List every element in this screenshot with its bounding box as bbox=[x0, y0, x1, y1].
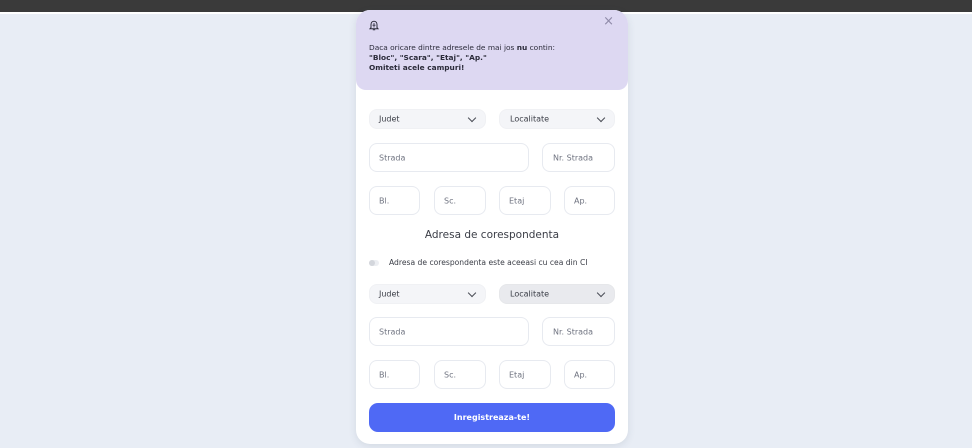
street-number-input[interactable]: Nr. Strada bbox=[542, 143, 615, 172]
correspondence-locality-select[interactable]: Localitate bbox=[499, 284, 615, 304]
correspondence-apartment-input[interactable]: Ap. bbox=[564, 360, 615, 389]
correspondence-county-select[interactable]: Judet bbox=[369, 284, 486, 304]
address-notice: × Daca oricare dintre adresele de mai jo… bbox=[356, 10, 628, 90]
correspondence-floor-input[interactable]: Etaj bbox=[499, 360, 551, 389]
notice-line-1-emphasis: nu bbox=[516, 43, 528, 52]
correspondence-block-input[interactable]: Bl. bbox=[369, 360, 420, 389]
correspondence-stair-input[interactable]: Sc. bbox=[434, 360, 486, 389]
chevron-down-icon bbox=[596, 113, 606, 123]
same-address-label: Adresa de corespondenta este aceeasi cu … bbox=[389, 258, 588, 267]
apartment-placeholder: Ap. bbox=[574, 196, 588, 205]
street-input[interactable]: Strada bbox=[369, 143, 529, 172]
block-placeholder: Bl. bbox=[379, 196, 390, 205]
correspondence-title: Adresa de corespondenta bbox=[424, 229, 560, 241]
floor-input[interactable]: Etaj bbox=[499, 186, 551, 215]
county-select-value: Judet bbox=[379, 114, 400, 124]
locality-select[interactable]: Localitate bbox=[499, 109, 615, 129]
street-input-placeholder: Strada bbox=[379, 153, 406, 162]
chevron-down-icon bbox=[596, 288, 606, 298]
correspondence-locality-value: Localitate bbox=[510, 289, 550, 299]
notice-line-1: Daca oricare dintre adresele de mai jos … bbox=[369, 43, 555, 52]
close-icon[interactable]: × bbox=[603, 14, 614, 30]
correspondence-stair-placeholder: Sc. bbox=[444, 370, 457, 379]
register-button[interactable]: Inregistreaza-te! bbox=[369, 403, 615, 432]
notice-line-1-suffix: contin: bbox=[527, 43, 556, 52]
correspondence-apartment-placeholder: Ap. bbox=[574, 370, 588, 379]
apartment-input[interactable]: Ap. bbox=[564, 186, 615, 215]
correspondence-floor-placeholder: Etaj bbox=[509, 370, 525, 379]
floor-placeholder: Etaj bbox=[509, 196, 525, 205]
locality-select-value: Localitate bbox=[510, 114, 550, 124]
street-number-placeholder: Nr. Strada bbox=[553, 153, 594, 162]
notice-line-3: Omiteti acele campuri! bbox=[369, 63, 465, 72]
toggle-knob bbox=[369, 260, 375, 266]
registration-card: × Daca oricare dintre adresele de mai jo… bbox=[356, 10, 628, 444]
bell-icon bbox=[368, 20, 380, 31]
notice-line-1-prefix: Daca oricare dintre adresele de mai jos bbox=[369, 43, 517, 52]
chevron-down-icon bbox=[467, 288, 477, 298]
correspondence-street-number-input[interactable]: Nr. Strada bbox=[542, 317, 615, 346]
stair-input[interactable]: Sc. bbox=[434, 186, 486, 215]
correspondence-county-value: Judet bbox=[379, 289, 400, 299]
county-select[interactable]: Judet bbox=[369, 109, 486, 129]
notice-line-2: "Bloc", "Scara", "Etaj", "Ap." bbox=[369, 53, 487, 62]
correspondence-street-input[interactable]: Strada bbox=[369, 317, 529, 346]
chevron-down-icon bbox=[467, 113, 477, 123]
correspondence-street-placeholder: Strada bbox=[379, 327, 406, 336]
stair-placeholder: Sc. bbox=[444, 196, 457, 205]
block-input[interactable]: Bl. bbox=[369, 186, 420, 215]
correspondence-block-placeholder: Bl. bbox=[379, 370, 390, 379]
correspondence-street-number-placeholder: Nr. Strada bbox=[553, 327, 594, 336]
